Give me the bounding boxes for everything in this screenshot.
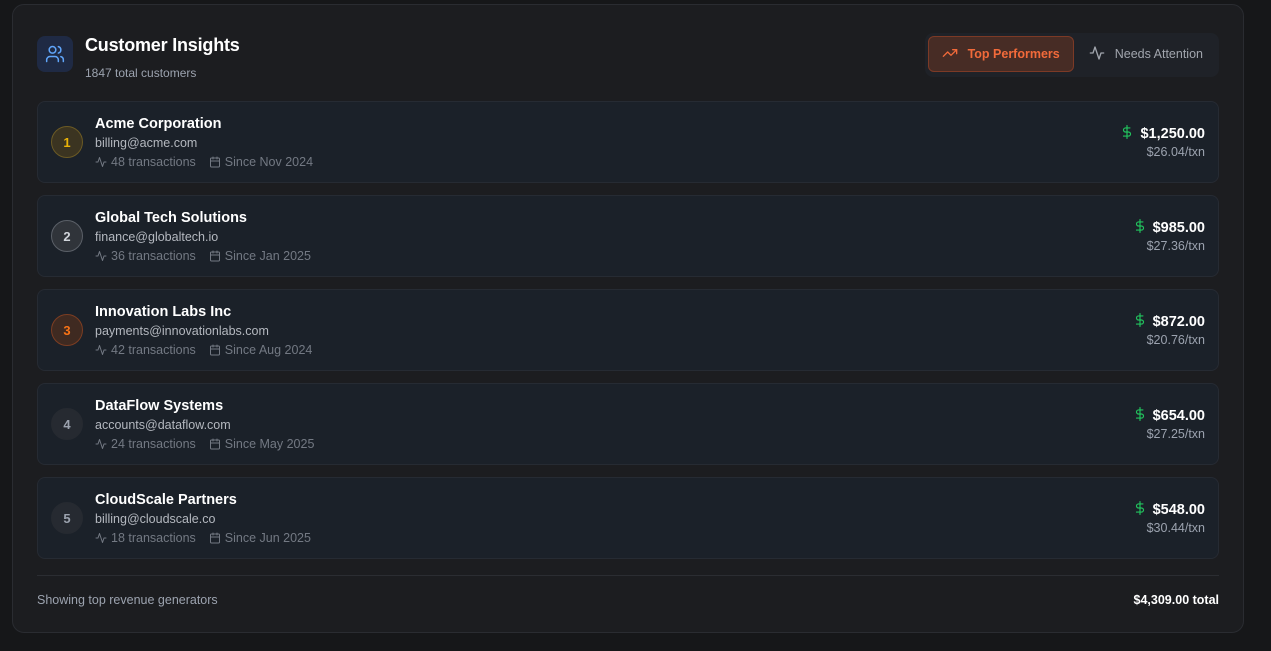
customer-email: accounts@dataflow.com (95, 418, 231, 432)
footer-total: $4,309.00 total (1133, 593, 1219, 607)
customer-since: Since Nov 2024 (224, 155, 314, 169)
trending-up-icon (942, 45, 958, 64)
dollar-icon (1133, 406, 1147, 426)
customer-since: Since May 2025 (224, 437, 315, 451)
customer-meta: 42 transactions Since Aug 2024 (95, 343, 312, 357)
customer-since: Since Aug 2024 (224, 343, 313, 357)
footer-caption: Showing top revenue generators (37, 593, 218, 607)
dollar-icon (1133, 500, 1147, 520)
amount-value: $654.00 (1152, 408, 1205, 424)
activity-icon (95, 344, 107, 356)
customer-name: Global Tech Solutions (95, 210, 247, 226)
customer-meta: 48 transactions Since Nov 2024 (95, 155, 313, 169)
customer-row[interactable]: 1 Acme Corporation billing@acme.com 48 t… (37, 101, 1219, 183)
transaction-count: 36 transactions (111, 249, 196, 263)
amount-value: $1,250.00 (1140, 126, 1205, 142)
customer-email: payments@innovationlabs.com (95, 324, 269, 338)
customer-row[interactable]: 2 Global Tech Solutions finance@globalte… (37, 195, 1219, 277)
customer-meta: 24 transactions Since May 2025 (95, 437, 314, 451)
per-transaction: $20.76/txn (1146, 333, 1205, 347)
dollar-icon (1133, 218, 1147, 238)
activity-icon (95, 156, 107, 168)
customer-row[interactable]: 3 Innovation Labs Inc payments@innovatio… (37, 289, 1219, 371)
amount-value: $548.00 (1152, 502, 1205, 518)
customer-email: billing@acme.com (95, 136, 198, 150)
tab-label: Needs Attention (1114, 47, 1203, 61)
per-transaction: $30.44/txn (1146, 521, 1205, 535)
revenue-amount: $985.00 (1133, 218, 1205, 238)
tab-needs-attention[interactable]: Needs Attention (1076, 36, 1216, 72)
card-header: Customer Insights 1847 total customers T… (37, 33, 1219, 85)
customer-since: Since Jan 2025 (224, 249, 311, 263)
transaction-count: 48 transactions (111, 155, 196, 169)
revenue-amount: $548.00 (1133, 500, 1205, 520)
calendar-icon (209, 156, 221, 168)
rank-badge: 3 (51, 314, 83, 346)
activity-icon (95, 532, 107, 544)
revenue-amount: $654.00 (1133, 406, 1205, 426)
activity-icon (95, 250, 107, 262)
amount-value: $872.00 (1152, 314, 1205, 330)
calendar-icon (209, 532, 221, 544)
tab-top-performers[interactable]: Top Performers (927, 36, 1074, 72)
customer-name: DataFlow Systems (95, 398, 224, 414)
rank-badge: 5 (51, 502, 83, 534)
customer-row[interactable]: 5 CloudScale Partners billing@cloudscale… (37, 477, 1219, 559)
dollar-icon (1120, 124, 1134, 144)
customer-name: Innovation Labs Inc (95, 304, 232, 320)
per-transaction: $27.36/txn (1146, 239, 1205, 253)
customer-list: 1 Acme Corporation billing@acme.com 48 t… (37, 101, 1219, 571)
revenue-amount: $1,250.00 (1120, 124, 1205, 144)
calendar-icon (209, 438, 221, 450)
calendar-icon (209, 344, 221, 356)
page-title: Customer Insights (85, 35, 240, 55)
footer-divider (37, 575, 1219, 576)
customer-row[interactable]: 4 DataFlow Systems accounts@dataflow.com… (37, 383, 1219, 465)
rank-badge: 1 (51, 126, 83, 158)
customer-name: CloudScale Partners (95, 492, 237, 508)
customer-email: finance@globaltech.io (95, 230, 219, 244)
per-transaction: $26.04/txn (1146, 145, 1205, 159)
transaction-count: 42 transactions (111, 343, 196, 357)
tab-label: Top Performers (967, 47, 1060, 61)
customer-name: Acme Corporation (95, 116, 222, 132)
amount-value: $985.00 (1152, 220, 1205, 236)
customer-meta: 36 transactions Since Jan 2025 (95, 249, 311, 263)
revenue-amount: $872.00 (1133, 312, 1205, 332)
rank-badge: 2 (51, 220, 83, 252)
users-icon (37, 36, 73, 72)
customer-count: 1847 total customers (85, 66, 197, 80)
customer-since: Since Jun 2025 (224, 531, 311, 545)
activity-icon (1089, 45, 1105, 64)
customer-meta: 18 transactions Since Jun 2025 (95, 531, 311, 545)
view-toggle: Top Performers Needs Attention (924, 33, 1219, 77)
activity-icon (95, 438, 107, 450)
per-transaction: $27.25/txn (1146, 427, 1205, 441)
transaction-count: 24 transactions (111, 437, 196, 451)
calendar-icon (209, 250, 221, 262)
dollar-icon (1133, 312, 1147, 332)
rank-badge: 4 (51, 408, 83, 440)
customer-email: billing@cloudscale.co (95, 512, 216, 526)
customer-insights-card: Customer Insights 1847 total customers T… (12, 4, 1244, 633)
transaction-count: 18 transactions (111, 531, 196, 545)
